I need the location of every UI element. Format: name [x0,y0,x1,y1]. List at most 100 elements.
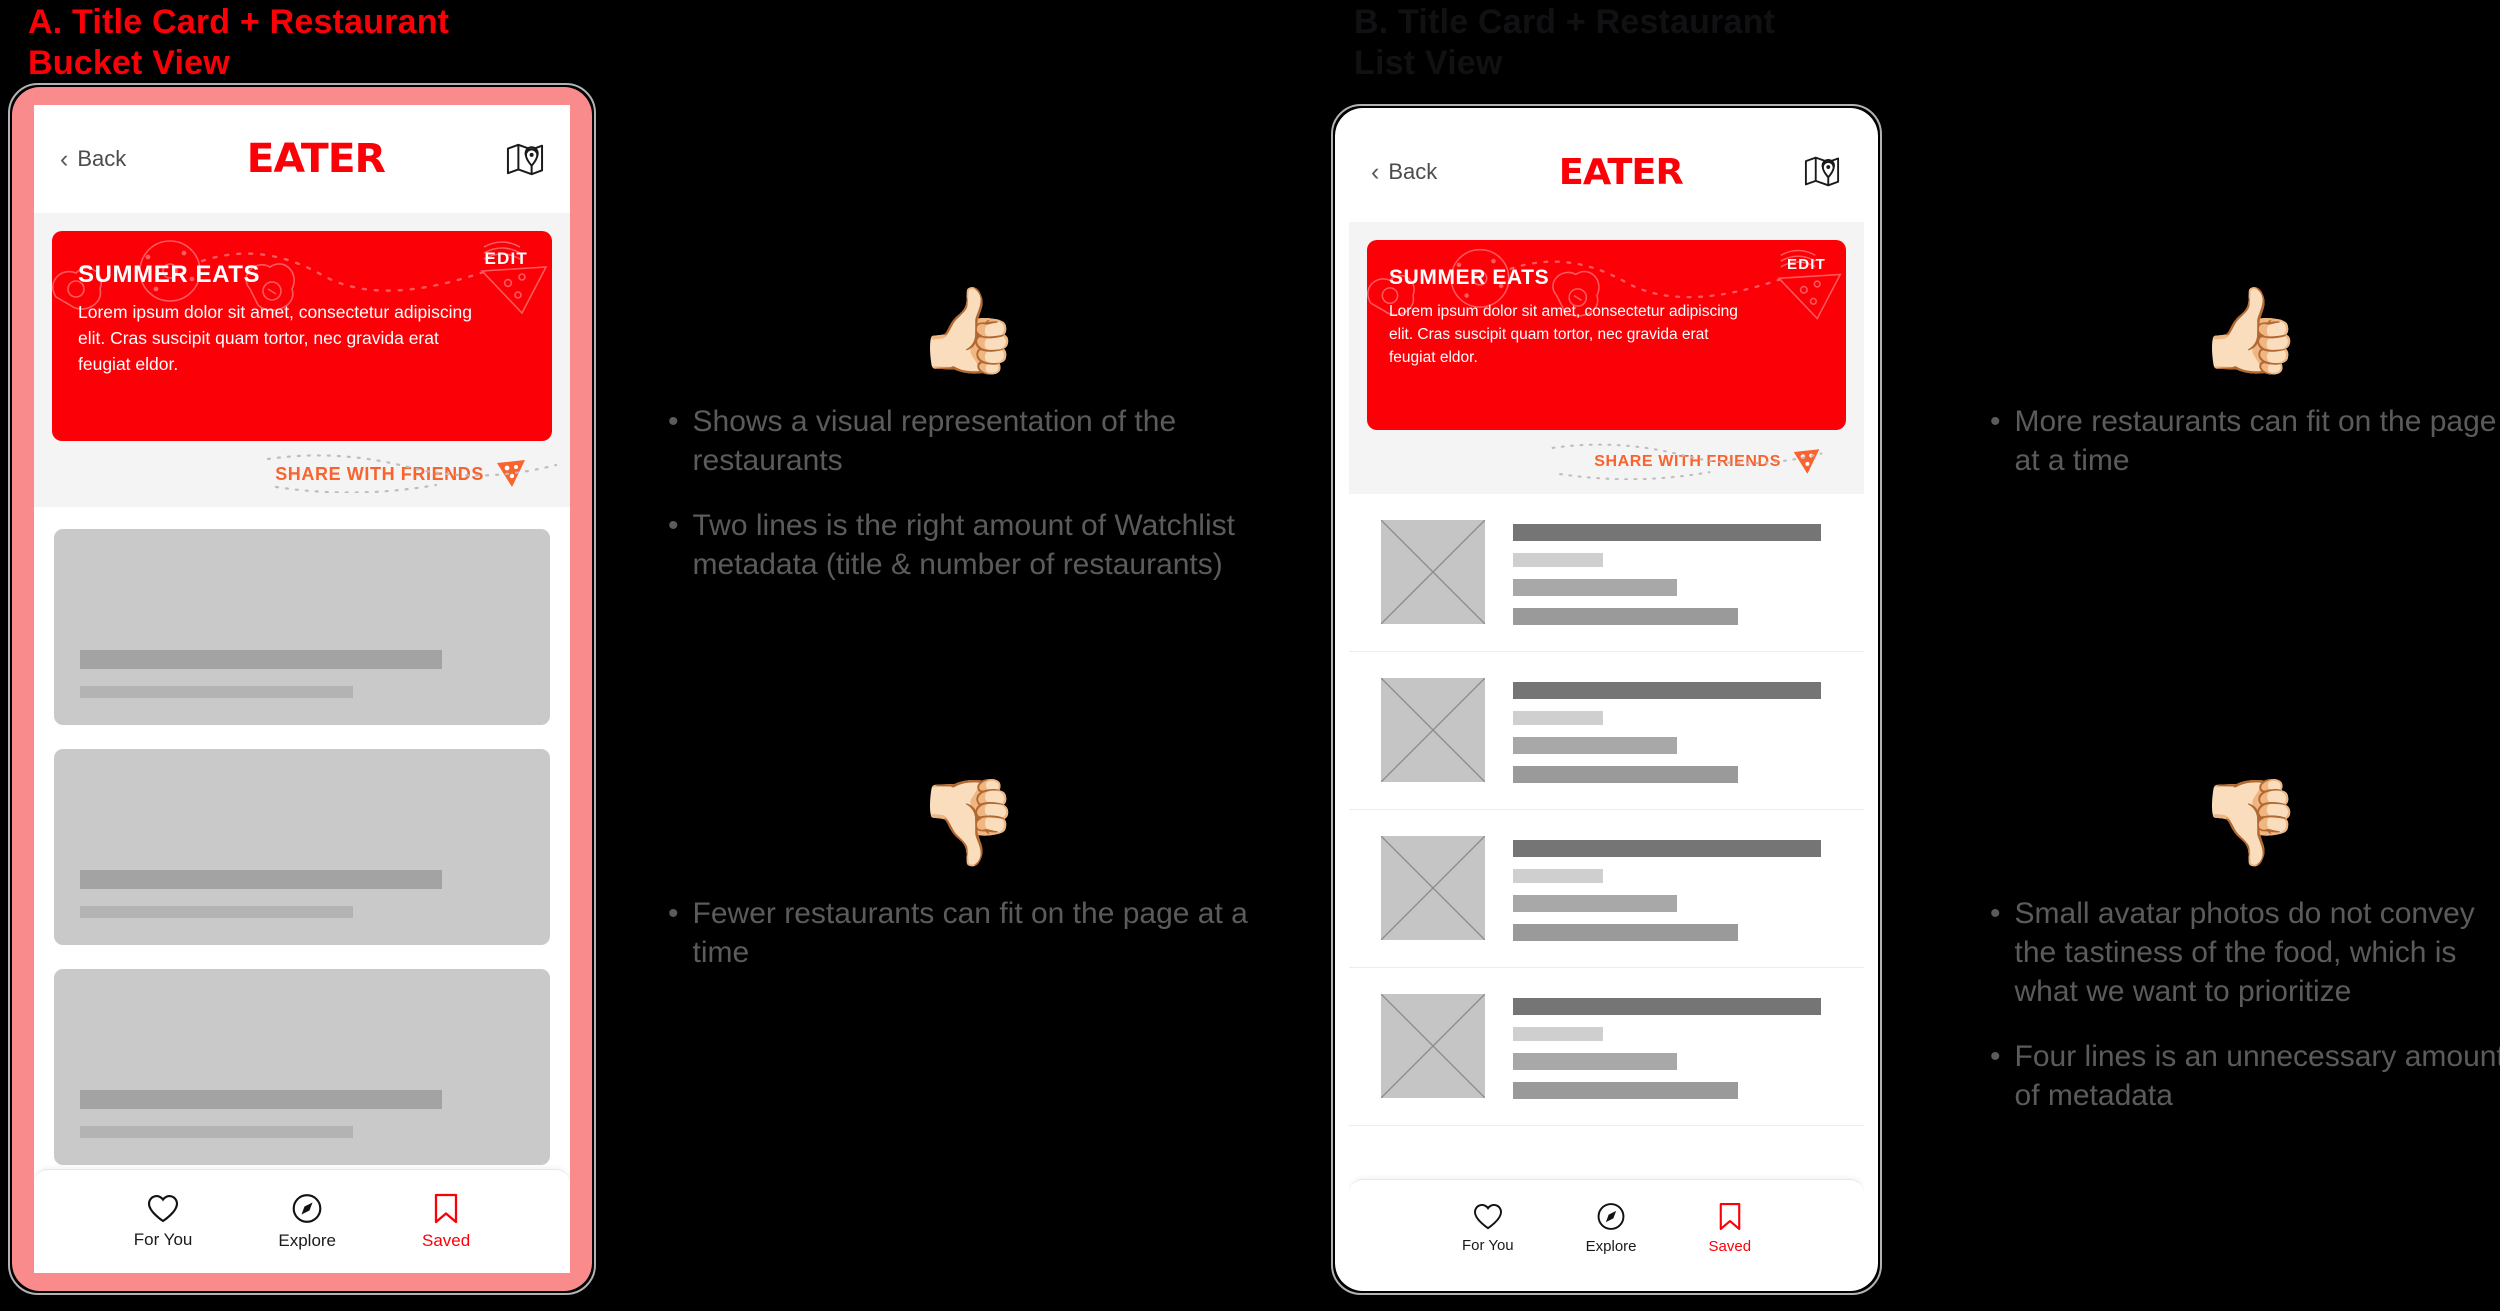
bucket-card[interactable] [54,749,550,945]
share-dotted-flourish-b [1551,443,1823,480]
watchlist-hero-card-b[interactable]: EDIT SUMMER EATS Lorem ipsum dolor sit a… [1367,240,1846,430]
hero-section-a: EDIT SUMMER EATS Lorem ipsum dolor sit a… [34,213,570,507]
bullet-marker: • [668,509,679,542]
bucket-card-meta-placeholder [80,1126,353,1138]
tab-saved-b[interactable]: Saved [1708,1202,1752,1255]
cons-item: • Four lines is an unnecessary amount of… [1990,1037,2500,1115]
cons-block-a: 👎🏻 • Fewer restaurants can fit on the pa… [668,780,1268,998]
row-line-1-placeholder [1513,998,1822,1015]
cons-item-text: Four lines is an unnecessary amount of m… [2014,1040,2500,1112]
bullet-marker: • [1990,1040,2001,1073]
thumbs-up-emoji-b: 👍🏻 [2197,283,2303,377]
back-button-a[interactable]: ‹ Back [60,146,126,172]
comparison-board: A. Title Card + Restaurant Bucket View B… [0,0,2500,1311]
table-row[interactable] [1349,652,1864,810]
row-line-4-placeholder [1513,766,1738,783]
compass-icon [1597,1203,1625,1230]
bucket-card-title-placeholder [80,870,443,889]
restaurant-thumbnail-placeholder [1380,835,1486,941]
hero-description-a: Lorem ipsum dolor sit amet, consectetur … [78,302,472,374]
row-line-2-placeholder [1513,1027,1603,1041]
edit-button-b[interactable]: EDIT [1787,256,1826,273]
map-pin-icon-a[interactable] [506,141,544,177]
cons-item: • Small avatar photos do not convey the … [1990,894,2500,1011]
tab-label: For You [1461,1237,1514,1254]
bottom-tab-bar-a: For You Explore Saved [34,1169,570,1273]
row-line-4-placeholder [1513,1082,1738,1099]
pros-list-b: • More restaurants can fit on the page a… [1990,402,2500,480]
restaurant-thumbnail-placeholder [1380,519,1486,625]
pros-block-b: 👍🏻 • More restaurants can fit on the pag… [1990,288,2500,506]
restaurant-bucket-list[interactable] [34,507,570,1169]
tab-saved-a[interactable]: Saved [422,1193,470,1251]
row-line-2-placeholder [1513,869,1603,883]
cons-item: • Fewer restaurants can fit on the page … [668,894,1268,972]
eater-logo-b: EATER [1558,151,1684,193]
cons-item-text: Fewer restaurants can fit on the page at… [692,897,1248,969]
chevron-left-icon: ‹ [60,144,69,173]
pros-item: • More restaurants can fit on the page a… [1990,402,2500,480]
pros-block-a: 👍🏻 • Shows a visual representation of th… [668,288,1268,610]
eater-logo-a: EATER [246,136,386,182]
back-label: Back [1388,159,1438,184]
cons-block-b: 👎🏻 • Small avatar photos do not convey t… [1990,780,2500,1141]
cons-list-b: • Small avatar photos do not convey the … [1990,894,2500,1115]
bottom-tab-bar-b: For You Explore Saved [1349,1179,1864,1277]
back-label: Back [77,146,127,171]
row-line-4-placeholder [1513,924,1738,941]
heart-icon [148,1194,179,1222]
cons-item-text: Small avatar photos do not convey the ta… [2014,897,2475,1008]
restaurant-thumbnail-placeholder [1380,993,1486,1099]
row-metadata [1513,836,1834,941]
watchlist-hero-card-a[interactable]: EDIT SUMMER EATS Lorem ipsum dolor sit a… [52,231,552,441]
tab-label: Saved [1708,1238,1752,1255]
heart-icon [1473,1204,1502,1230]
restaurant-row-list[interactable] [1349,494,1864,1179]
row-line-3-placeholder [1513,737,1677,754]
pros-list-a: • Shows a visual representation of the r… [668,402,1268,584]
table-row[interactable] [1349,968,1864,1126]
row-line-3-placeholder [1513,579,1677,596]
tab-for-you-b[interactable]: For You [1462,1203,1514,1254]
bucket-card-meta-placeholder [80,906,353,918]
hero-description-b: Lorem ipsum dolor sit amet, consectetur … [1389,303,1738,366]
bullet-marker: • [1990,897,2001,930]
tab-explore-a[interactable]: Explore [278,1193,336,1251]
table-row[interactable] [1349,494,1864,652]
bucket-card-title-placeholder [80,1090,443,1109]
thumbs-down-emoji-a: 👎🏻 [915,775,1021,869]
cons-list-a: • Fewer restaurants can fit on the page … [668,894,1268,972]
tab-label: Explore [278,1230,337,1250]
row-metadata [1513,520,1834,625]
table-row[interactable] [1349,810,1864,968]
hero-title-a: SUMMER EATS [78,261,261,288]
hero-title-b: SUMMER EATS [1389,266,1550,289]
row-metadata [1513,994,1834,1099]
app-top-bar-a: ‹ Back EATER [34,105,570,213]
pros-item-text: Shows a visual representation of the res… [692,405,1177,477]
hero-section-b: EDIT SUMMER EATS Lorem ipsum dolor sit a… [1349,222,1864,494]
chevron-left-icon: ‹ [1371,157,1380,186]
tab-explore-b[interactable]: Explore [1586,1202,1637,1255]
row-line-2-placeholder [1513,711,1603,725]
restaurant-thumbnail-placeholder [1380,677,1486,783]
map-pin-icon-b[interactable] [1804,154,1842,190]
pros-item-text: Two lines is the right amount of Watchli… [692,509,1235,581]
bucket-card-meta-placeholder [80,686,353,698]
row-line-1-placeholder [1513,840,1822,857]
bucket-card[interactable] [54,969,550,1165]
bucket-card[interactable] [54,529,550,725]
phone-b-frame: ‹ Back EATER EDIT SUMMER EATS Lorem ipsu… [1335,108,1878,1291]
tab-for-you-a[interactable]: For You [134,1194,192,1250]
thumbs-down-emoji-b: 👎🏻 [2197,775,2303,869]
share-row-a[interactable]: SHARE WITH FRIENDS [52,441,558,507]
tab-label: Saved [422,1230,471,1250]
row-line-3-placeholder [1513,895,1677,912]
bookmark-icon [1719,1202,1741,1231]
bullet-marker: • [668,897,679,930]
row-line-4-placeholder [1513,608,1738,625]
share-row-b[interactable]: SHARE WITH FRIENDS [1367,430,1846,494]
back-button-b[interactable]: ‹ Back [1371,159,1437,185]
edit-button-a[interactable]: EDIT [484,249,528,269]
bucket-card-title-placeholder [80,650,443,669]
